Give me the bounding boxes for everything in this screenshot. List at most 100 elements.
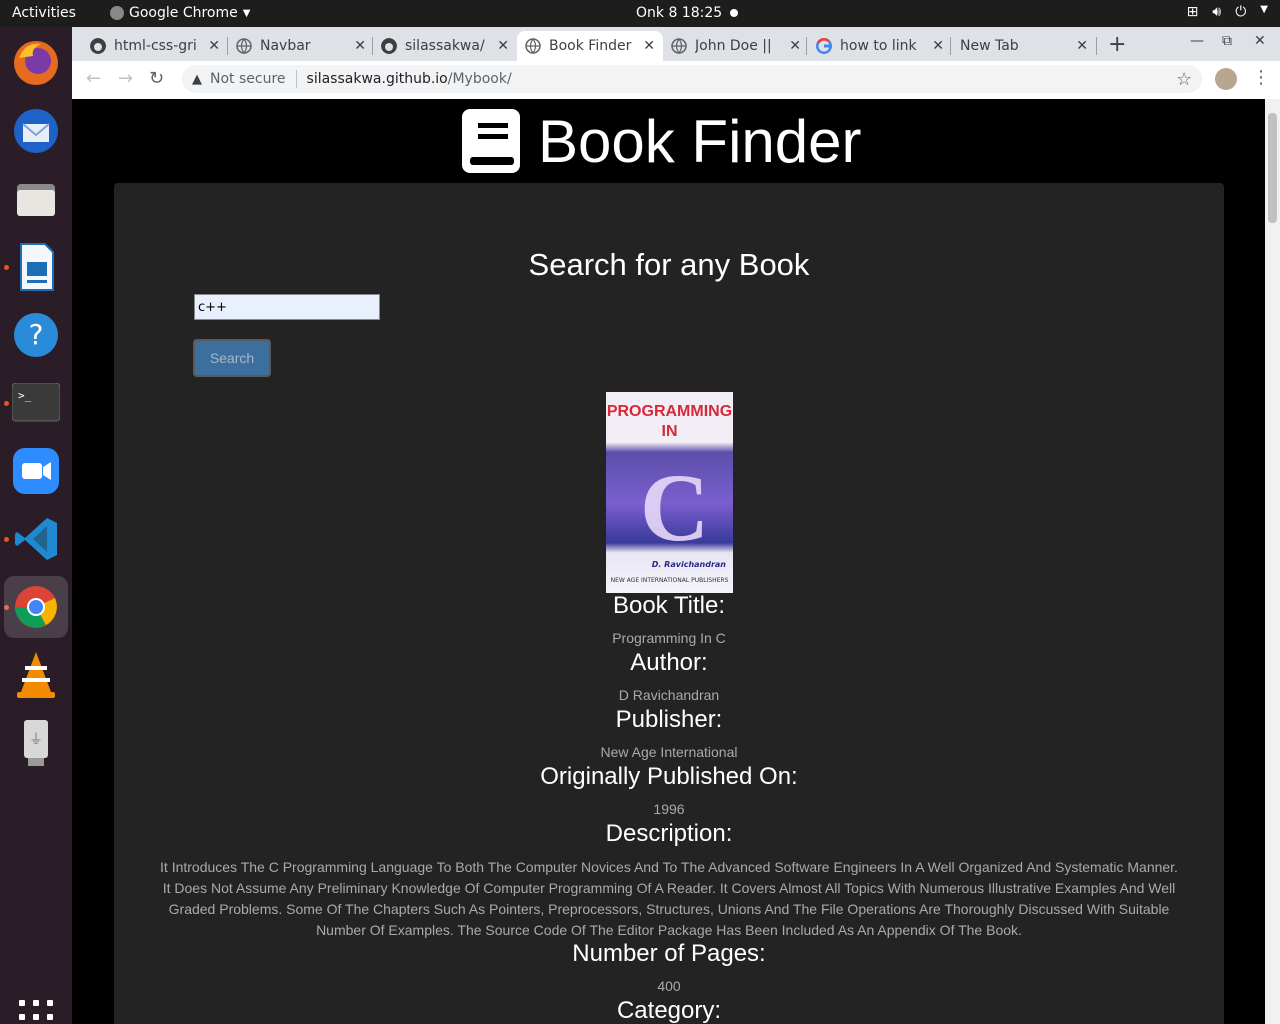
volume-icon: 🔊︎ <box>1212 4 1222 20</box>
dock-help[interactable]: ? <box>10 309 62 361</box>
github-icon <box>90 38 106 54</box>
book-cover-image: PROGRAMMING IN C D. Ravichandran NEW AGE … <box>606 392 733 593</box>
profile-avatar[interactable] <box>1215 68 1237 90</box>
tab-divider <box>806 37 807 55</box>
page-scrollbar[interactable] <box>1265 99 1280 1024</box>
tab-how-to-link[interactable]: how to link ✕ <box>808 31 952 61</box>
browser-toolbar: ← → ↻ ▲ Not secure silassakwa.github.io /… <box>72 61 1280 98</box>
dock-chrome[interactable] <box>4 576 68 638</box>
cover-title: PROGRAMMING IN <box>606 402 733 442</box>
tab-silassakwa[interactable]: silassakwa/ ✕ <box>373 31 517 61</box>
clock[interactable]: Onk 8 18:25 <box>636 5 722 21</box>
dropdown-arrow-icon: ▼ <box>242 7 251 19</box>
published-value: 1996 <box>653 801 685 817</box>
system-top-bar: Activities Google Chrome ▼ Onk 8 18:25 ⊞… <box>0 0 1280 27</box>
tab-label: New Tab <box>960 38 1019 54</box>
system-tray[interactable]: ⊞ 🔊︎ ⏻ ▼ <box>1187 4 1268 20</box>
search-input[interactable] <box>194 294 380 320</box>
close-tab-icon[interactable]: ✕ <box>789 38 801 54</box>
app-menu[interactable]: Google Chrome ▼ <box>110 5 250 21</box>
svg-text:>_: >_ <box>18 389 32 402</box>
back-arrow-icon[interactable]: ← <box>86 68 101 89</box>
dock: ? >_ ⏚ <box>0 27 72 1024</box>
tab-divider <box>1096 37 1097 55</box>
tab-divider <box>950 37 951 55</box>
warning-icon[interactable]: ▲ <box>192 72 202 87</box>
close-tab-icon[interactable]: ✕ <box>208 38 220 54</box>
publisher-label: Publisher: <box>615 706 723 733</box>
tab-label: silassakwa/ <box>405 38 485 54</box>
tab-navbar[interactable]: Navbar ✕ <box>228 31 374 61</box>
close-tab-icon[interactable]: ✕ <box>497 38 509 54</box>
pages-label: Number of Pages: <box>572 940 766 967</box>
power-icon: ⏻ <box>1235 4 1247 20</box>
author-value: D Ravichandran <box>618 687 720 703</box>
running-indicator <box>4 401 9 406</box>
browser-window: html-css-gri ✕ Navbar ✕ silassakwa/ ✕ Bo… <box>72 27 1280 1024</box>
help-icon: ? <box>14 313 58 357</box>
search-panel: Search for any Book Search PROGRAMMING IN… <box>114 183 1224 1024</box>
security-status[interactable]: Not secure <box>210 71 286 87</box>
tab-label: html-css-gri <box>114 38 197 54</box>
show-applications-icon[interactable] <box>19 1000 53 1024</box>
tab-strip: html-css-gri ✕ Navbar ✕ silassakwa/ ✕ Bo… <box>72 27 1280 61</box>
page-heading: Search for any Book <box>528 247 810 282</box>
close-tab-icon[interactable]: ✕ <box>643 38 655 54</box>
close-window-icon[interactable]: ✕ <box>1254 33 1266 49</box>
pages-value: 400 <box>657 978 681 994</box>
search-button[interactable]: Search <box>193 339 271 377</box>
close-tab-icon[interactable]: ✕ <box>1076 38 1088 54</box>
site-title: Book Finder <box>538 107 862 175</box>
url-path: /Mybook/ <box>447 71 512 87</box>
activities-button[interactable]: Activities <box>12 5 76 21</box>
book-icon <box>462 109 520 173</box>
published-label: Originally Published On: <box>540 763 798 790</box>
menu-kebab-icon[interactable]: ⋮ <box>1252 67 1270 88</box>
description-label: Description: <box>605 820 733 847</box>
dock-zoom[interactable] <box>10 445 62 497</box>
tab-john-doe[interactable]: John Doe || ✕ <box>663 31 809 61</box>
close-tab-icon[interactable]: ✕ <box>354 38 366 54</box>
dock-thunderbird[interactable] <box>10 105 62 157</box>
bookmark-star-icon[interactable]: ☆ <box>1176 69 1192 90</box>
close-tab-icon[interactable]: ✕ <box>932 38 944 54</box>
dock-usb-drive[interactable]: ⏚ <box>10 717 62 769</box>
tab-new-tab[interactable]: New Tab ✕ <box>952 31 1096 61</box>
dock-vlc[interactable] <box>10 649 62 701</box>
description-text: It Introduces The C Programming Language… <box>160 859 1178 938</box>
notification-dot <box>730 9 738 17</box>
publisher-value: New Age International <box>600 744 738 760</box>
tab-book-finder[interactable]: Book Finder ✕ <box>517 31 663 61</box>
globe-icon <box>525 38 541 54</box>
dock-vscode[interactable] <box>10 513 62 565</box>
address-bar[interactable]: ▲ Not secure silassakwa.github.io/Mybook… <box>182 65 1202 93</box>
cover-title-line1: PROGRAMMING <box>606 403 733 420</box>
github-icon <box>381 38 397 54</box>
dock-terminal[interactable]: >_ <box>10 377 62 429</box>
new-tab-plus-icon[interactable]: + <box>1108 32 1126 57</box>
chrome-small-icon <box>110 6 124 20</box>
dock-files[interactable] <box>10 173 62 225</box>
tab-html-css-grid[interactable]: html-css-gri ✕ <box>82 31 228 61</box>
book-title-value: Programming In C <box>612 630 726 646</box>
globe-icon <box>236 38 252 54</box>
tray-arrow-icon: ▼ <box>1260 4 1268 15</box>
author-label: Author: <box>630 649 708 676</box>
globe-icon <box>671 38 687 54</box>
site-header: Book Finder <box>462 99 862 183</box>
forward-arrow-icon[interactable]: → <box>118 68 133 89</box>
reload-icon[interactable]: ↻ <box>149 68 164 89</box>
dock-firefox[interactable] <box>10 37 62 89</box>
restore-icon[interactable]: ⧉ <box>1222 33 1232 49</box>
firefox-icon <box>14 41 58 85</box>
tab-label: John Doe || <box>695 38 772 54</box>
minimize-icon[interactable]: — <box>1190 33 1204 49</box>
vscode-icon <box>15 518 57 560</box>
tab-label: Navbar <box>260 38 311 54</box>
scrollbar-thumb[interactable] <box>1268 113 1277 223</box>
cover-author: D. Ravichandran <box>651 560 726 569</box>
address-divider <box>295 70 297 88</box>
tab-label: Book Finder <box>549 38 632 54</box>
svg-text:⏚: ⏚ <box>29 732 43 748</box>
dock-writer[interactable] <box>10 241 62 293</box>
